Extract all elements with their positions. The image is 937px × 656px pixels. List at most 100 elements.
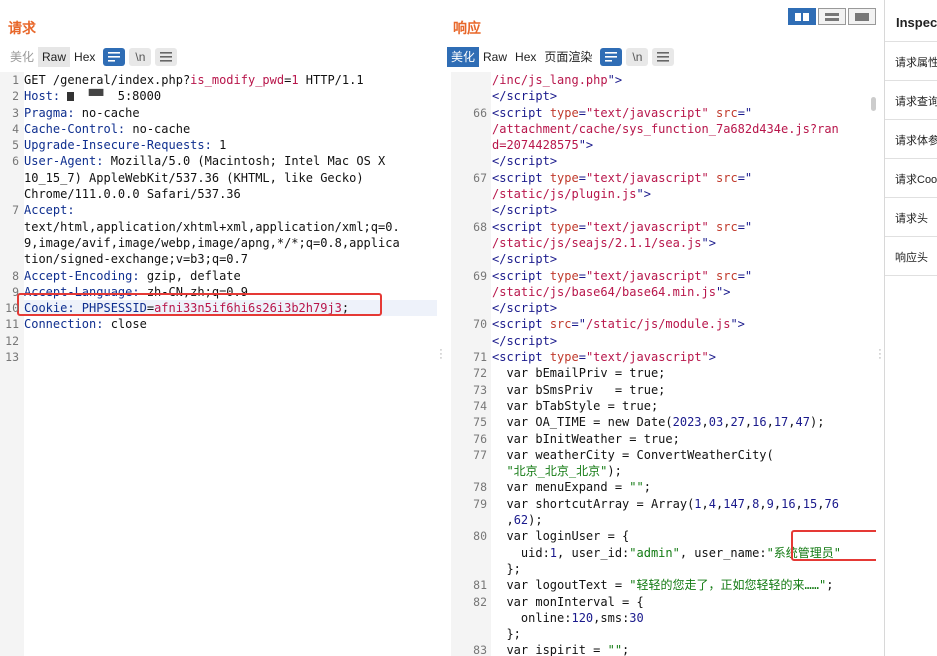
request-code-line: tion/signed-exchange;v=b3;q=0.7 (0, 251, 437, 267)
request-code-line: 9,image/avif,image/webp,image/apng,*/*;q… (0, 235, 437, 251)
code-text: Pragma: no-cache (22, 105, 140, 121)
code-token: , (773, 496, 782, 511)
code-token: 147 (723, 496, 745, 511)
response-code-line: /attachment/cache/sys_function_7a682d434… (451, 121, 882, 137)
code-token: > (549, 252, 558, 267)
request-code-line: Chrome/111.0.0.0 Safari/537.36 (0, 186, 437, 202)
inspector-request-attributes[interactable]: 请求属性 (885, 41, 937, 80)
menu-icon[interactable] (652, 48, 675, 66)
pane-divider[interactable]: · · · (437, 0, 445, 656)
inspector-query-params[interactable]: 请求查询参数 (885, 80, 937, 119)
code-token: 120 (571, 610, 594, 625)
request-editor[interactable]: 1 GET /general/index.php?is_modify_pwd=1 … (0, 72, 437, 656)
show-newlines-icon[interactable]: \n (626, 48, 649, 66)
code-text: /static/js/seajs/2.1.1/sea.js"> (490, 235, 716, 251)
request-tab-hex[interactable]: Hex (70, 47, 99, 67)
code-text: </script> (490, 88, 557, 104)
line-number: 3 (12, 105, 19, 120)
code-text: var bSmsPriv = true; (490, 382, 665, 398)
line-number: 71 (473, 350, 487, 365)
code-token: 16 (781, 496, 796, 511)
response-lines: /inc/js_lang.php"> </script> 66 <script typ… (451, 72, 882, 656)
line-number: 70 (473, 317, 487, 332)
code-token: src (549, 317, 572, 332)
code-token: "轻轻的您走了，正如您轻轻的来……" (629, 578, 827, 593)
response-tab-hex[interactable]: Hex (511, 47, 540, 67)
response-tab-render[interactable]: 页面渲染 (540, 47, 596, 67)
code-token: Upgrade-Insecure-Requests: (24, 138, 220, 153)
code-token: </ (492, 301, 507, 316)
inspector-request-cookies[interactable]: 请求Cookies (885, 158, 937, 197)
code-text: Chrome/111.0.0.0 Safari/537.36 (22, 186, 241, 202)
code-token: no-cache (81, 105, 140, 120)
layout-single-icon[interactable] (848, 8, 876, 25)
code-token: "> (701, 235, 716, 250)
code-text: "北京_北京_北京"); (490, 463, 621, 479)
wrap-lines-icon[interactable] (600, 48, 623, 66)
response-code-line: 81 var logoutText = "轻轻的您走了，正如您轻轻的来……"; (451, 577, 882, 593)
response-editor[interactable]: /inc/js_lang.php"> </script> 66 <script typ… (451, 72, 882, 656)
response-tab-pretty[interactable]: 美化 (447, 47, 480, 67)
code-token: > (549, 203, 558, 218)
request-tab-raw[interactable]: Raw (38, 47, 71, 67)
code-token: script (499, 219, 550, 234)
line-number: 6 (12, 154, 19, 169)
code-text: var loginUser = { (490, 528, 629, 544)
code-text: </script> (490, 251, 557, 267)
line-number: 77 (473, 447, 487, 462)
code-token: Pragma: (24, 105, 82, 120)
code-token: 76 (824, 496, 839, 511)
layout-side-by-side-icon[interactable] (788, 8, 816, 25)
response-code-line: 77 var weatherCity = ConvertWeatherCity( (451, 447, 882, 463)
code-token: ; (643, 480, 651, 495)
inspector-response-headers[interactable]: 响应头 (885, 236, 937, 276)
code-token: "text/javascript" (585, 268, 709, 283)
layout-stacked-icon[interactable] (818, 8, 846, 25)
code-text: /static/js/plugin.js"> (490, 186, 651, 202)
code-token: , user_id: (557, 545, 630, 560)
inspector-body-params[interactable]: 请求体参数 (885, 119, 937, 158)
request-code-line: 11 Connection: close (0, 316, 437, 332)
response-code-line: </script> (451, 333, 882, 349)
response-tab-raw[interactable]: Raw (479, 47, 511, 67)
code-text: }; (490, 626, 520, 642)
code-token: script (499, 350, 550, 365)
code-token: 5:8000 (117, 89, 162, 104)
line-number (0, 235, 22, 251)
inspector-divider[interactable]: · · · (876, 0, 884, 656)
code-text: var bTabStyle = true; (490, 398, 658, 414)
response-code-line: 78 var menuExpand = ""; (451, 479, 882, 495)
code-token: </ (492, 89, 507, 104)
response-code-line: "北京_北京_北京"); (451, 463, 882, 479)
show-newlines-icon[interactable]: \n (129, 48, 152, 66)
request-code-line: 2 Host: ▀▀ 5:8000 (0, 88, 437, 104)
code-token: ); (809, 415, 825, 430)
code-token: /static/js/module.js (585, 317, 731, 332)
response-toolbar: 美化 Raw Hex 页面渲染 \n (447, 47, 675, 67)
response-code-line: 69 <script type="text/javascript" src=" (451, 268, 882, 284)
code-token: var OA_TIME = new Date( (492, 415, 673, 430)
request-code-line: text/html,application/xhtml+xml,applicat… (0, 219, 437, 235)
code-text: var weatherCity = ConvertWeatherCity( (490, 447, 773, 463)
request-tab-pretty[interactable]: 美化 (6, 47, 38, 67)
line-number (451, 561, 490, 577)
code-token: var logoutText = (492, 578, 630, 593)
code-token: > (708, 350, 717, 365)
code-text: </script> (490, 333, 557, 349)
menu-icon[interactable] (155, 48, 178, 66)
request-code-line: 7 Accept: (0, 202, 437, 218)
response-code-line: </script> (451, 251, 882, 267)
code-token: > (549, 301, 558, 316)
wrap-lines-icon[interactable] (103, 48, 126, 66)
code-token: ); (528, 513, 543, 528)
response-code-line: 74 var bTabStyle = true; (451, 398, 882, 414)
line-number (451, 300, 490, 316)
redacted-block: ▀▀ (74, 89, 118, 104)
code-token: var monInterval = { (492, 594, 644, 609)
code-token: > (549, 89, 558, 104)
code-token: src (708, 170, 738, 185)
code-text: <script type="text/javascript"> (490, 349, 716, 365)
inspector-request-headers[interactable]: 请求头 (885, 197, 937, 236)
line-number (451, 137, 490, 153)
code-token: script (506, 333, 550, 348)
